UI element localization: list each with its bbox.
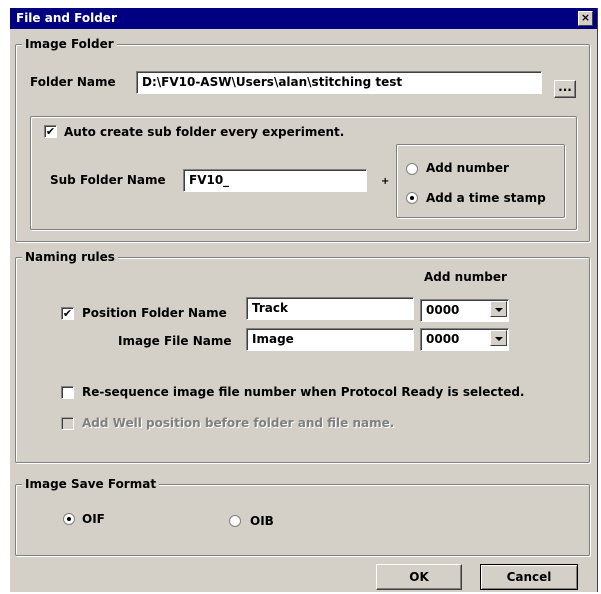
suffix-option-group bbox=[396, 144, 565, 218]
file-and-folder-dialog: File and Folder × Image Folder Folder Na… bbox=[10, 8, 598, 592]
resequence-checkbox[interactable] bbox=[61, 386, 74, 399]
add-number-label: Add number bbox=[426, 161, 509, 175]
browse-button[interactable]: ... bbox=[554, 80, 576, 98]
oib-label: OIB bbox=[250, 514, 274, 528]
image-save-format-legend: Image Save Format bbox=[22, 477, 160, 491]
position-folder-checkbox[interactable]: ✔ bbox=[61, 307, 74, 320]
image-folder-legend: Image Folder bbox=[22, 37, 117, 51]
well-position-checkbox[interactable] bbox=[61, 417, 74, 430]
radio-dot-icon bbox=[67, 517, 71, 521]
radio-dot-icon bbox=[410, 196, 414, 200]
oif-label: OIF bbox=[82, 512, 105, 526]
window-title: File and Folder bbox=[16, 11, 117, 25]
folder-name-label: Folder Name bbox=[30, 75, 116, 89]
naming-rules-legend: Naming rules bbox=[22, 250, 118, 264]
ok-button[interactable]: OK bbox=[376, 564, 462, 590]
close-icon: × bbox=[580, 11, 591, 24]
auto-create-checkbox[interactable]: ✔ bbox=[44, 125, 57, 138]
position-folder-name-input[interactable]: Track bbox=[246, 297, 414, 320]
image-file-number-select[interactable]: 0000 bbox=[420, 328, 509, 351]
image-file-number-value: 0000 bbox=[426, 332, 460, 346]
oib-radio[interactable] bbox=[229, 515, 241, 527]
plus-sign: + bbox=[381, 176, 390, 187]
title-bar: File and Folder × bbox=[10, 8, 597, 29]
cancel-button[interactable]: Cancel bbox=[480, 564, 578, 590]
image-file-name-label: Image File Name bbox=[118, 334, 232, 348]
chevron-down-icon[interactable] bbox=[490, 330, 507, 346]
image-file-name-input[interactable]: Image bbox=[246, 328, 414, 351]
add-time-stamp-label: Add a time stamp bbox=[426, 191, 546, 205]
add-time-stamp-radio[interactable] bbox=[406, 192, 418, 204]
naming-rules-group bbox=[15, 257, 590, 463]
oif-radio[interactable] bbox=[63, 513, 75, 525]
sub-folder-name-input[interactable]: FV10_ bbox=[183, 169, 367, 192]
add-number-header: Add number bbox=[424, 270, 507, 284]
chevron-down-icon[interactable] bbox=[490, 301, 507, 317]
folder-name-input[interactable]: D:\FV10-ASW\Users\alan\stitching test bbox=[136, 71, 542, 94]
position-folder-number-value: 0000 bbox=[426, 303, 460, 317]
add-number-radio[interactable] bbox=[406, 163, 418, 175]
well-position-label: Add Well position before folder and file… bbox=[82, 416, 395, 430]
position-folder-name-label: Position Folder Name bbox=[82, 306, 227, 320]
close-button[interactable]: × bbox=[578, 11, 593, 26]
position-folder-number-select[interactable]: 0000 bbox=[420, 299, 509, 322]
auto-create-label: Auto create sub folder every experiment. bbox=[64, 125, 345, 139]
resequence-label: Re-sequence image file number when Proto… bbox=[82, 385, 525, 399]
sub-folder-name-label: Sub Folder Name bbox=[50, 173, 166, 187]
